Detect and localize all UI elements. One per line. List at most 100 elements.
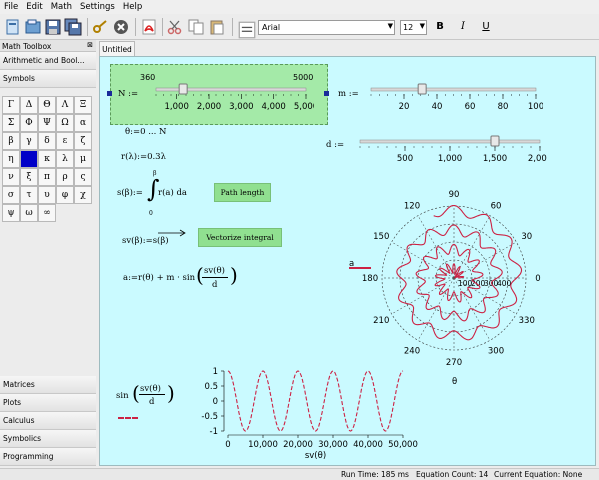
- symbol-button[interactable]: Ω: [56, 114, 74, 132]
- eq-r-def[interactable]: r(λ):=0.3λ: [121, 152, 166, 162]
- eq-a-num: sv(θ): [204, 266, 225, 276]
- symbol-button[interactable]: π: [38, 168, 56, 186]
- slider-tick-label: 20: [399, 102, 410, 112]
- symbol-button[interactable]: ω: [20, 204, 38, 222]
- eq-theta-def[interactable]: θ:=0 ... N: [125, 127, 166, 137]
- menu-file[interactable]: File: [0, 2, 22, 12]
- slider-tick-label: 100: [528, 102, 543, 112]
- key-icon[interactable]: [91, 18, 109, 36]
- menu-edit[interactable]: Edit: [22, 2, 46, 12]
- polar-angle-label: 270: [446, 358, 462, 368]
- symbol-button[interactable]: ψ: [2, 204, 20, 222]
- math-toolbox-panel: Math Toolbox ⊠ Arithmetic and Bool... Sy…: [0, 40, 96, 468]
- line-plot[interactable]: 1 0.5 0 -0.5 -1 0 10,000 20,000 30,000 40,000 50,0…: [188, 363, 418, 463]
- plot-sin-label: sin: [116, 391, 129, 401]
- symbol-button[interactable]: χ: [74, 186, 92, 204]
- symbol-button[interactable]: ρ: [56, 168, 74, 186]
- slider-m[interactable]: 20 40 60 80 100: [363, 83, 543, 115]
- toolbar-separator: [135, 18, 136, 36]
- eq-a-lhs[interactable]: a:=r(θ) + m · sin: [123, 273, 195, 283]
- symbol-button[interactable]: Σ: [2, 114, 20, 132]
- symbol-button[interactable]: λ: [56, 150, 74, 168]
- symbol-button[interactable]: β: [2, 132, 20, 150]
- slider-d[interactable]: 500 1,000 1,500 2,000: [352, 135, 547, 167]
- section-calculus[interactable]: Calculus: [0, 412, 96, 430]
- fraction-bar: [202, 277, 228, 278]
- save-all-icon[interactable]: [64, 18, 82, 36]
- eq-s-lhs[interactable]: s(β):=: [117, 188, 143, 198]
- symbol-button[interactable]: Ψ: [38, 114, 56, 132]
- font-size-select[interactable]: 12 ▼: [400, 20, 427, 35]
- pdf-icon[interactable]: [140, 18, 158, 36]
- tab-untitled[interactable]: Untitled: [99, 41, 135, 57]
- symbol-button[interactable]: μ: [74, 150, 92, 168]
- slider-track: [155, 87, 307, 92]
- symbol-button[interactable]: ν: [2, 168, 20, 186]
- line-plot-y-tick-label: -0.5: [201, 412, 218, 422]
- symbol-button[interactable]: Θ: [38, 96, 56, 114]
- symbol-button[interactable]: Ξ: [74, 96, 92, 114]
- close-icon[interactable]: ⊠: [87, 41, 93, 49]
- section-symbolics[interactable]: Symbolics: [0, 430, 96, 448]
- stop-icon[interactable]: [112, 18, 130, 36]
- worksheet-canvas[interactable]: N := 360 5000 1,0002,0003,0004,0005,000 …: [99, 56, 596, 466]
- symbol-button[interactable]: η: [2, 150, 20, 168]
- slider-tick-label: 1,000: [438, 154, 462, 164]
- selection-handle[interactable]: [107, 91, 112, 96]
- section-symbols[interactable]: Symbols: [0, 70, 96, 88]
- slider-n[interactable]: 1,000 2,000 3,000 4,000 5,000: [148, 83, 314, 115]
- section-arithmetic[interactable]: Arithmetic and Bool...: [0, 52, 96, 70]
- symbol-button[interactable]: γ: [20, 132, 38, 150]
- new-file-icon[interactable]: [4, 18, 22, 36]
- symbol-button[interactable]: ξ: [20, 168, 38, 186]
- symbol-button[interactable]: Φ: [20, 114, 38, 132]
- symbol-button[interactable]: ς: [74, 168, 92, 186]
- symbol-button[interactable]: τ: [20, 186, 38, 204]
- bold-button[interactable]: B: [432, 19, 448, 35]
- font-family-value: Arial: [262, 23, 281, 32]
- symbol-button[interactable]: φ: [56, 186, 74, 204]
- open-icon[interactable]: [24, 18, 42, 36]
- menu-settings[interactable]: Settings: [76, 2, 119, 12]
- vectorize-integral-button[interactable]: Vectorize integral: [198, 228, 282, 247]
- slider-handle: [178, 83, 188, 95]
- copy-icon[interactable]: [187, 18, 205, 36]
- integral-upper: β: [153, 170, 157, 177]
- plot-paren-right: ): [167, 381, 175, 405]
- section-programming[interactable]: Programming: [0, 448, 96, 466]
- slider-m-label: m :=: [338, 89, 359, 99]
- italic-button[interactable]: I: [455, 19, 471, 35]
- cut-icon[interactable]: [166, 18, 184, 36]
- slider-handle: [417, 83, 427, 95]
- symbol-button[interactable]: σ: [2, 186, 20, 204]
- toolbox-header: Math Toolbox ⊠: [0, 40, 96, 52]
- toolbox-title: Math Toolbox: [2, 42, 52, 51]
- slider-tick-label: 3,000: [229, 102, 253, 112]
- symbol-button[interactable]: κ: [38, 150, 56, 168]
- polar-angle-label: 30: [521, 232, 532, 242]
- symbol-button[interactable]: α: [74, 114, 92, 132]
- symbol-button[interactable]: δ: [38, 132, 56, 150]
- section-matrices[interactable]: Matrices: [0, 376, 96, 394]
- polar-angle-label: 180: [362, 274, 378, 284]
- symbol-button[interactable]: Λ: [56, 96, 74, 114]
- menu-math[interactable]: Math: [47, 2, 76, 12]
- menu-help[interactable]: Help: [119, 2, 146, 12]
- symbol-button[interactable]: Γ: [2, 96, 20, 114]
- symbol-button[interactable]: Δ: [20, 96, 38, 114]
- save-icon[interactable]: [44, 18, 62, 36]
- section-plots[interactable]: Plots: [0, 394, 96, 412]
- symbol-button[interactable]: υ: [38, 186, 56, 204]
- selection-handle[interactable]: [324, 91, 329, 96]
- path-length-button[interactable]: Path length: [214, 183, 271, 202]
- symbol-button[interactable]: [20, 150, 38, 168]
- paste-icon[interactable]: [208, 18, 226, 36]
- slider-n-max: 5000: [293, 73, 314, 82]
- slider-tick-label: 5,000: [294, 102, 314, 112]
- font-family-select[interactable]: Arial ▼: [258, 20, 395, 35]
- symbol-button[interactable]: ∞: [38, 204, 56, 222]
- symbol-button[interactable]: ε: [56, 132, 74, 150]
- underline-button[interactable]: U: [478, 19, 494, 35]
- eq-sv-def[interactable]: sv(β):=s(β): [122, 236, 169, 246]
- symbol-button[interactable]: ζ: [74, 132, 92, 150]
